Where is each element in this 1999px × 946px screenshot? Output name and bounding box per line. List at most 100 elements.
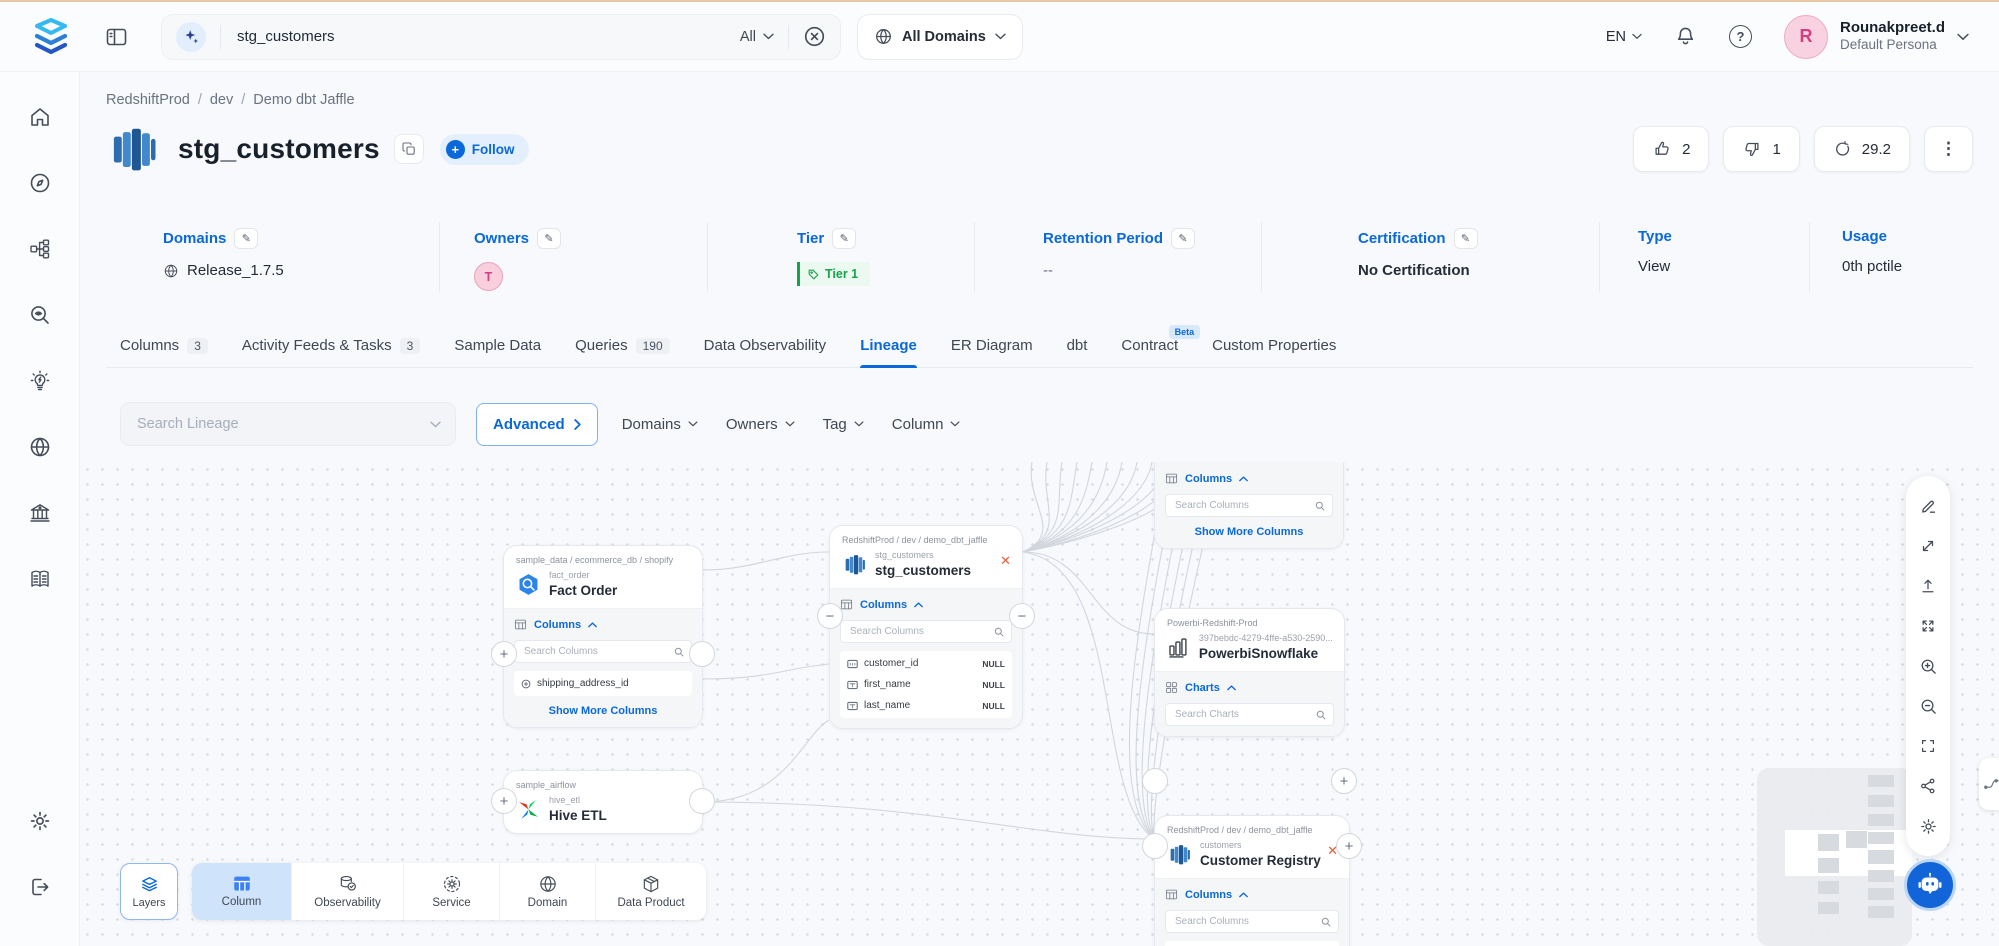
owner-avatar[interactable]: T [474, 262, 503, 291]
breadcrumb-service[interactable]: RedshiftProd [106, 92, 190, 108]
collapse-upstream-handle[interactable]: − [817, 603, 843, 629]
edit-tier-icon[interactable]: ✎ [832, 228, 856, 249]
zoom-in-icon[interactable] [1906, 646, 1950, 686]
edge-handle[interactable] [689, 788, 715, 814]
column-row[interactable]: first_name NULL [847, 674, 1005, 695]
version-history-button[interactable]: 29.2 [1814, 126, 1910, 172]
expand-downstream-handle[interactable]: + [1331, 768, 1357, 794]
govern-bank-icon[interactable] [17, 490, 63, 536]
app-logo-icon[interactable] [30, 17, 72, 57]
zoom-out-icon[interactable] [1906, 686, 1950, 726]
node-search-input[interactable] [1173, 915, 1321, 928]
tab-columns[interactable]: Columns3 [120, 337, 208, 367]
logout-icon[interactable] [17, 864, 63, 910]
tab-queries[interactable]: Queries190 [575, 337, 670, 367]
edit-retention-icon[interactable]: ✎ [1171, 228, 1195, 249]
mode-data-product[interactable]: Data Product [596, 863, 706, 920]
global-search-bar[interactable]: All [161, 14, 841, 60]
chevron-up-icon[interactable] [914, 602, 923, 608]
node-search-input[interactable] [1173, 499, 1315, 512]
diagonal-resize-icon[interactable] [1906, 526, 1950, 566]
filter-domains[interactable]: Domains [622, 416, 698, 433]
expand-downstream-handle[interactable]: + [1336, 833, 1362, 859]
node-search-input[interactable] [522, 645, 674, 658]
tab-sample-data[interactable]: Sample Data [454, 337, 541, 367]
chevron-up-icon[interactable] [1239, 892, 1248, 898]
lineage-flow-icon[interactable] [17, 226, 63, 272]
help-icon[interactable]: ? [1729, 25, 1752, 48]
lineage-links-icon[interactable] [1906, 766, 1950, 806]
all-domains-button[interactable]: All Domains [857, 14, 1023, 60]
observability-icon[interactable] [17, 292, 63, 338]
insights-bulb-icon[interactable] [17, 358, 63, 404]
tab-data-observability[interactable]: Data Observability [704, 337, 827, 367]
expand-upstream-handle[interactable]: + [491, 788, 517, 814]
show-more-columns-link[interactable]: Show More Columns [1165, 526, 1333, 538]
tab-activity-feeds[interactable]: Activity Feeds & Tasks3 [242, 337, 420, 367]
column-row[interactable]: shipping_address_id [521, 673, 685, 694]
mode-observability[interactable]: Observability [292, 863, 404, 920]
fit-view-icon[interactable] [1906, 606, 1950, 646]
collapse-node-icon[interactable]: ✕ [1000, 553, 1011, 569]
node-search-columns[interactable] [1165, 910, 1339, 933]
user-avatar[interactable]: R [1784, 15, 1828, 59]
lineage-node-stg-customers[interactable]: RedshiftProd / dev / demo_dbt_jaffle stg… [829, 525, 1023, 729]
node-search-columns[interactable] [1165, 494, 1333, 517]
filter-tag[interactable]: Tag [823, 416, 864, 433]
user-menu[interactable]: R Rounakpreet.d Default Persona [1784, 15, 1969, 59]
chevron-up-icon[interactable] [1239, 476, 1248, 482]
lineage-node-powerbi-snowflake[interactable]: Powerbi-Redshift-Prod 397bebdc-4279-4ffe… [1154, 608, 1345, 737]
filter-column[interactable]: Column [892, 416, 961, 433]
node-search-input[interactable] [848, 625, 994, 638]
breadcrumb-schema[interactable]: Demo dbt Jaffle [253, 92, 354, 108]
ai-assistant-button[interactable] [1904, 859, 1956, 911]
collapsed-panel-button[interactable] [1979, 758, 1999, 810]
collapse-downstream-handle[interactable]: − [1009, 603, 1035, 629]
edit-certification-icon[interactable]: ✎ [1454, 228, 1478, 249]
tab-lineage[interactable]: Lineage [860, 337, 917, 367]
node-search-columns[interactable] [840, 620, 1012, 643]
lineage-node-partial[interactable]: Columns Show More Columns [1154, 462, 1344, 549]
follow-button[interactable]: + Follow [440, 134, 529, 165]
canvas-settings-icon[interactable] [1906, 806, 1950, 846]
search-input[interactable] [235, 27, 740, 46]
copy-name-icon[interactable] [394, 134, 424, 164]
node-search-input[interactable] [1173, 708, 1316, 721]
more-options-button[interactable]: ⋮ [1924, 126, 1973, 172]
chevron-up-icon[interactable] [588, 622, 597, 628]
lineage-node-fact-order[interactable]: sample_data / ecommerce_db / shopify fac… [503, 545, 703, 728]
language-dropdown[interactable]: EN [1606, 29, 1642, 45]
notifications-bell-icon[interactable] [1674, 25, 1697, 48]
clear-search-icon[interactable] [803, 25, 826, 48]
show-more-columns-link[interactable]: Show More Columns [514, 705, 692, 717]
glossary-book-icon[interactable] [17, 556, 63, 602]
domains-value[interactable]: Release_1.7.5 [187, 262, 284, 279]
downvote-button[interactable]: 1 [1723, 126, 1799, 172]
lineage-search-input[interactable] [135, 415, 430, 433]
breadcrumb-database[interactable]: dev [210, 92, 233, 108]
lineage-search[interactable] [120, 402, 456, 446]
column-row[interactable]: last_name NULL [847, 695, 1005, 716]
layers-button[interactable]: Layers [120, 863, 178, 920]
edit-owners-icon[interactable]: ✎ [537, 228, 561, 249]
upvote-button[interactable]: 2 [1633, 126, 1709, 172]
sidebar-toggle-icon[interactable] [104, 25, 129, 49]
tab-er-diagram[interactable]: ER Diagram [951, 337, 1033, 367]
export-icon[interactable] [1906, 566, 1950, 606]
fullscreen-icon[interactable] [1906, 726, 1950, 766]
home-icon[interactable] [17, 94, 63, 140]
tab-custom-properties[interactable]: Custom Properties [1212, 337, 1336, 367]
edge-handle[interactable] [689, 641, 715, 667]
chevron-up-icon[interactable] [1227, 685, 1236, 691]
lineage-node-customer-registry[interactable]: RedshiftProd / dev / demo_dbt_jaffle cus… [1154, 815, 1350, 946]
node-search-columns[interactable] [514, 640, 692, 663]
domains-globe-icon[interactable] [17, 424, 63, 470]
column-row[interactable]: customer_id NULL [847, 653, 1005, 674]
lineage-node-hive-etl[interactable]: sample_airflow hive_etl Hive ETL + [503, 770, 703, 834]
mode-service[interactable]: Service [404, 863, 500, 920]
edge-handle[interactable] [1142, 833, 1168, 859]
filter-owners[interactable]: Owners [726, 416, 795, 433]
mode-domain[interactable]: Domain [500, 863, 596, 920]
tab-dbt[interactable]: dbt [1067, 337, 1088, 367]
mode-column[interactable]: Column [192, 863, 292, 920]
